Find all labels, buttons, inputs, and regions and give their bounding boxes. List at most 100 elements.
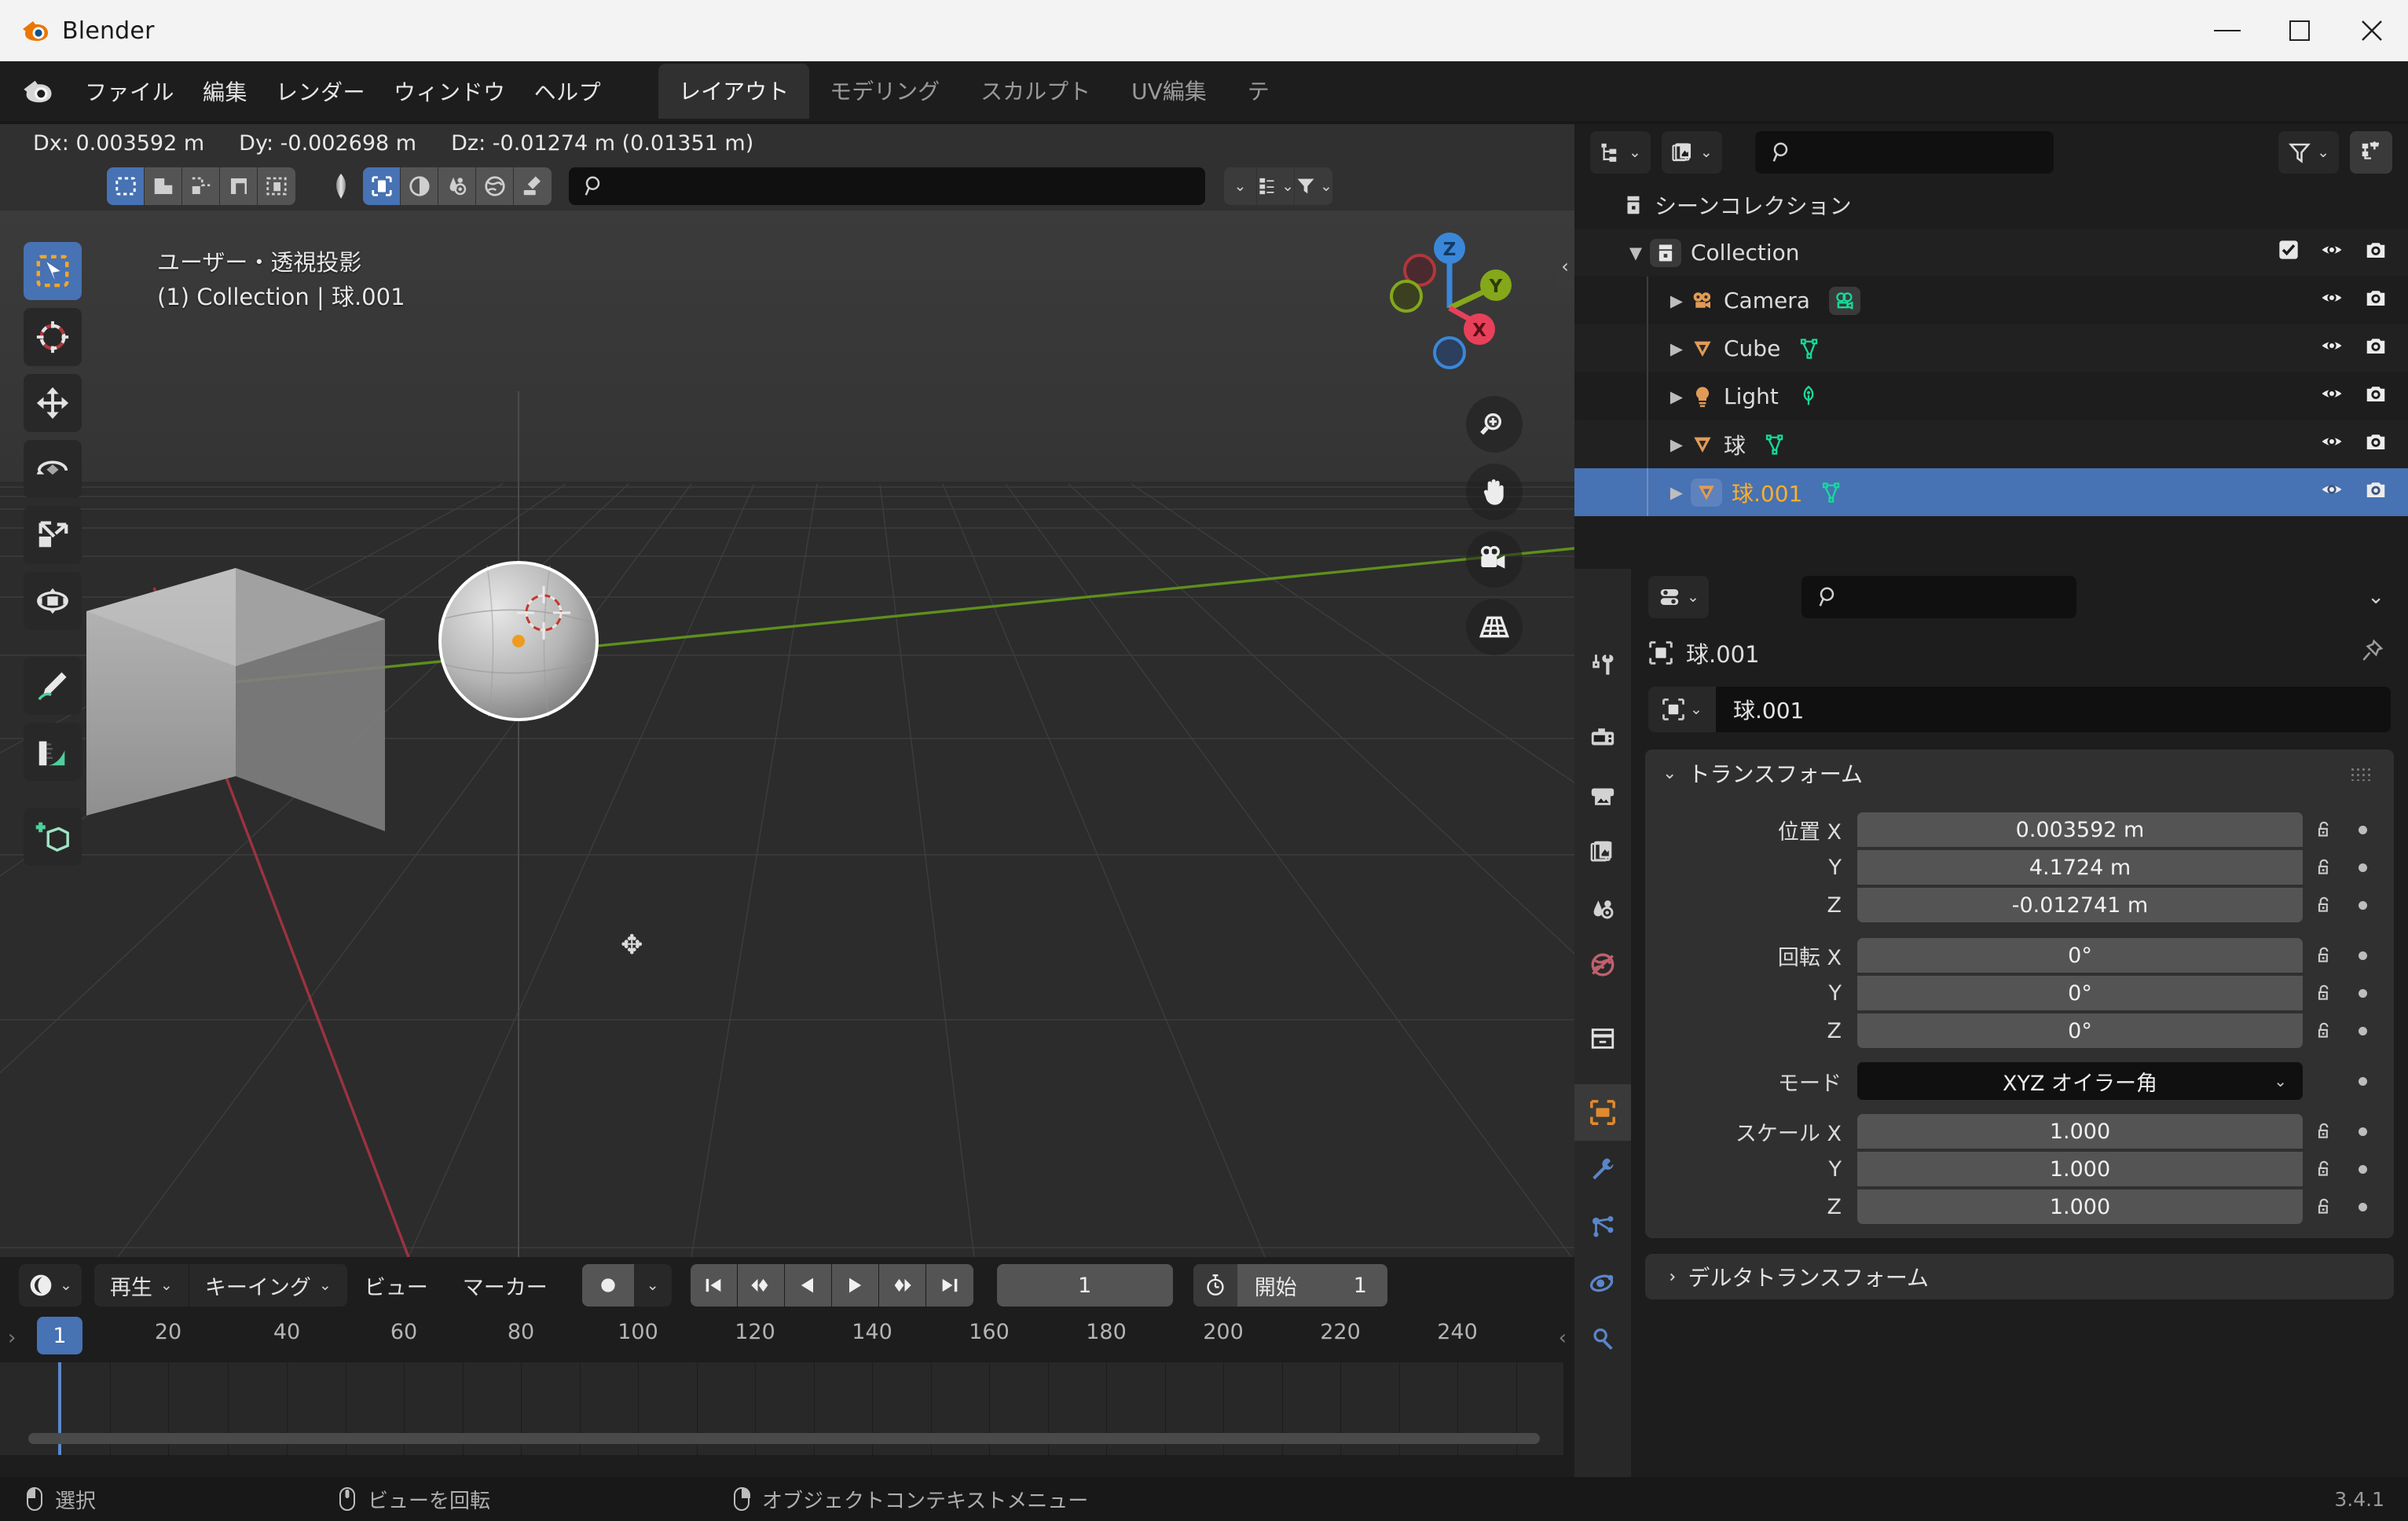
light-data-icon[interactable] — [1798, 385, 1820, 409]
auto-key-options-button[interactable]: ⌄ — [634, 1264, 672, 1307]
shading-solid-icon[interactable] — [401, 167, 438, 205]
prev-keyframe-icon[interactable] — [737, 1264, 785, 1307]
camera-render-icon[interactable] — [2364, 238, 2388, 267]
animate-location-z-dot[interactable] — [2345, 900, 2380, 910]
outliner-filter-id-button[interactable]: ⌄ — [1661, 131, 1722, 174]
lock-scale-y-icon[interactable] — [2303, 1159, 2345, 1179]
tweak-tool-button[interactable] — [24, 242, 82, 300]
animate-rotation-x-dot[interactable] — [2345, 951, 2380, 960]
add-cube-tool-button[interactable] — [24, 808, 82, 866]
lock-location-y-icon[interactable] — [2303, 857, 2345, 878]
scale-tool-button[interactable] — [24, 506, 82, 564]
tab-sculpting[interactable]: スカルプト — [960, 64, 1111, 119]
animate-scale-x-dot[interactable] — [2345, 1127, 2380, 1136]
lock-scale-x-icon[interactable] — [2303, 1121, 2345, 1142]
disclosure-triangle-icon[interactable]: ▶ — [1662, 483, 1691, 502]
scene-tab[interactable] — [1574, 880, 1631, 936]
scale-z-field[interactable]: 1.000 — [1857, 1189, 2303, 1224]
close-button[interactable] — [2336, 0, 2408, 61]
outliner-row-cube[interactable]: ▶ Cube — [1574, 324, 2408, 372]
perspective-grid-icon[interactable] — [1466, 599, 1523, 655]
overlay-chevron-icon[interactable]: ⌄ — [1224, 167, 1257, 205]
outliner-search-field[interactable] — [1754, 131, 2054, 174]
outliner-row-collection[interactable]: ▼ Collection — [1574, 229, 2408, 277]
eye-icon[interactable] — [2320, 238, 2344, 267]
world-tab[interactable] — [1574, 936, 1631, 993]
timeline-menu-marker[interactable]: マーカー — [445, 1270, 565, 1301]
mesh-data-icon[interactable] — [1821, 481, 1843, 504]
timeline-editor-type-button[interactable]: ⌄ — [19, 1264, 82, 1307]
tab-layout[interactable]: レイアウト — [658, 64, 810, 119]
collection-checkbox[interactable] — [2278, 239, 2300, 266]
animate-scale-y-dot[interactable] — [2345, 1164, 2380, 1174]
timeline-ruler[interactable]: › ‹ 1 20 40 60 80 100 120 140 160 180 20… — [0, 1314, 1574, 1362]
play-reverse-icon[interactable] — [784, 1264, 832, 1307]
disclosure-triangle-icon[interactable]: ▶ — [1662, 291, 1691, 310]
current-frame-field[interactable]: 1 — [996, 1264, 1173, 1307]
blender-menu-icon[interactable] — [20, 73, 57, 109]
properties-search-field[interactable] — [1801, 576, 2076, 618]
measure-tool-button[interactable] — [24, 723, 82, 781]
rotation-mode-dropdown[interactable]: XYZ オイラー角 ⌄ — [1857, 1062, 2303, 1100]
lock-rotation-x-icon[interactable] — [2303, 945, 2345, 966]
lock-location-x-icon[interactable] — [2303, 819, 2345, 840]
properties-collapse-icon[interactable]: ⌄ — [2367, 585, 2391, 609]
eye-icon[interactable] — [2320, 382, 2344, 411]
transform-tool-button[interactable] — [24, 572, 82, 630]
lock-rotation-y-icon[interactable] — [2303, 983, 2345, 1003]
select-subtract-icon[interactable] — [182, 167, 220, 205]
location-y-field[interactable]: 4.1724 m — [1857, 850, 2303, 885]
cursor-tool-button[interactable] — [24, 308, 82, 366]
record-icon[interactable] — [581, 1264, 634, 1307]
pan-hand-icon[interactable] — [1466, 464, 1523, 520]
mesh-data-icon[interactable] — [1799, 337, 1821, 361]
timeline-right-arrow-icon[interactable]: ‹ — [1559, 1326, 1567, 1350]
eye-icon[interactable] — [2320, 430, 2344, 459]
filter-icon[interactable]: ⌄ — [1295, 167, 1332, 205]
outliner-row-sphere-001[interactable]: ▶ 球.001 — [1574, 468, 2408, 516]
navigation-gizmo[interactable]: Z Y X — [1376, 223, 1534, 380]
frame-start-field[interactable]: 開始 1 — [1193, 1264, 1387, 1307]
mesh-data-icon[interactable] — [1765, 433, 1787, 456]
shading-rendered-icon[interactable] — [476, 167, 514, 205]
camera-render-icon[interactable] — [2364, 478, 2388, 507]
menu-window[interactable]: ウィンドウ — [379, 69, 520, 113]
timeline-menu-keying[interactable]: キーイング ⌄ — [189, 1264, 347, 1307]
outliner-row-camera[interactable]: ▶ Camera — [1574, 277, 2408, 324]
collection-tab[interactable] — [1574, 1010, 1631, 1067]
transform-panel-header[interactable]: ⌄ トランスフォーム — [1645, 750, 2394, 797]
timeline-track-area[interactable] — [0, 1362, 1563, 1455]
jump-end-icon[interactable] — [925, 1264, 973, 1307]
lock-location-z-icon[interactable] — [2303, 895, 2345, 915]
annotate-tool-button[interactable] — [24, 657, 82, 715]
select-invert-icon[interactable] — [220, 167, 258, 205]
shading-wireframe-icon[interactable] — [363, 167, 401, 205]
animate-rotation-mode-dot[interactable] — [2345, 1076, 2380, 1086]
select-box-icon[interactable] — [107, 167, 145, 205]
object-id-icon-button[interactable]: ⌄ — [1648, 687, 1716, 732]
constraints-tab[interactable] — [1574, 1310, 1631, 1367]
disclosure-triangle-icon[interactable]: ▶ — [1662, 435, 1691, 454]
panel-drag-grip[interactable] — [2350, 767, 2373, 781]
disclosure-triangle-icon[interactable]: ▼ — [1622, 244, 1650, 262]
camera-render-icon[interactable] — [2364, 286, 2388, 315]
rotation-x-field[interactable]: 0° — [1857, 938, 2303, 973]
outliner-display-mode-button[interactable]: ⌄ — [1590, 131, 1651, 174]
pin-icon[interactable] — [2359, 638, 2384, 669]
eye-icon[interactable] — [2320, 478, 2344, 507]
menu-render[interactable]: レンダー — [262, 69, 379, 113]
object-tab[interactable] — [1574, 1084, 1631, 1141]
shading-overlay-icon[interactable] — [514, 167, 552, 205]
jump-start-icon[interactable] — [690, 1264, 738, 1307]
outliner-filter-button[interactable]: ⌄ — [2278, 131, 2339, 174]
camera-data-icon[interactable] — [1828, 286, 1860, 315]
eye-icon[interactable] — [2320, 334, 2344, 363]
select-intersect-icon[interactable] — [258, 167, 295, 205]
animate-scale-z-dot[interactable] — [2345, 1202, 2380, 1211]
camera-render-icon[interactable] — [2364, 334, 2388, 363]
properties-editor-type-button[interactable]: ⌄ — [1648, 576, 1709, 618]
tab-uv-editing[interactable]: UV編集 — [1111, 64, 1227, 119]
menu-file[interactable]: ファイル — [71, 69, 189, 113]
next-keyframe-icon[interactable] — [878, 1264, 926, 1307]
camera-render-icon[interactable] — [2364, 382, 2388, 411]
